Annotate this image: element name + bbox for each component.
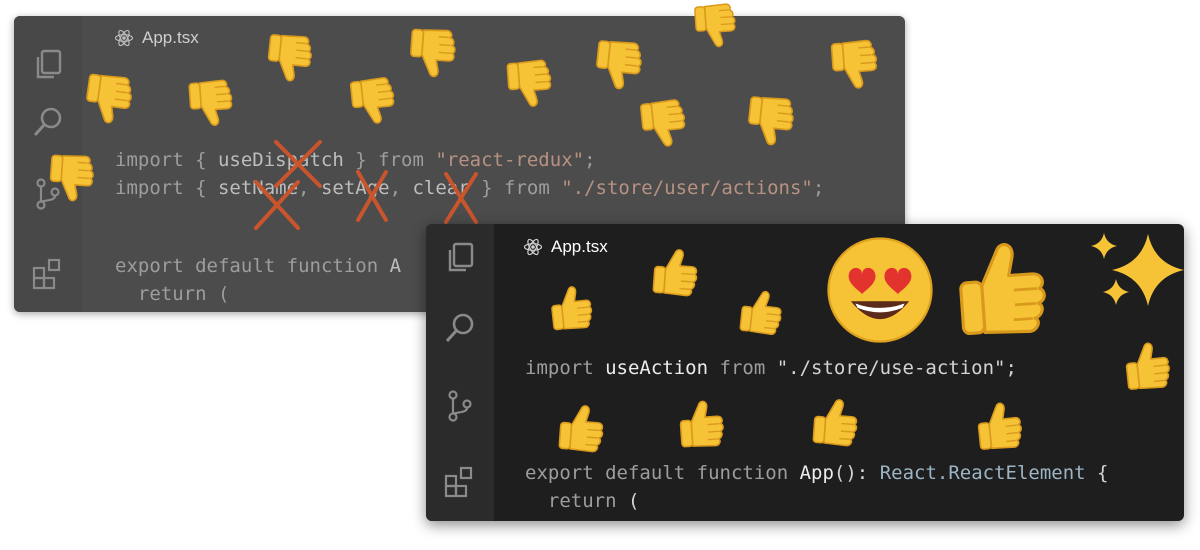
heart-eyes-icon [827, 237, 933, 343]
new-code-window: App.tsx import useAction from "./store/u… [426, 224, 1184, 521]
activity-bar [426, 224, 494, 521]
punct: { [1085, 462, 1109, 484]
thumbs-down-icon [506, 59, 554, 109]
code-line-1: import useAction from "./store/use-actio… [525, 354, 1017, 382]
punct: (): [833, 462, 880, 484]
keyword: export [525, 462, 594, 484]
files-icon[interactable] [442, 239, 478, 275]
thumbs-down-icon [188, 78, 235, 128]
thumbs-down-icon [83, 72, 135, 127]
tab-title: App.tsx [551, 237, 608, 256]
thumbs-down-icon [349, 76, 397, 127]
thumbs-down-icon [48, 153, 96, 203]
thumbs-down-icon [693, 2, 738, 49]
thumbs-up-icon [975, 400, 1024, 452]
thumbs-down-icon [830, 39, 879, 91]
thumbs-up-icon [1123, 340, 1172, 392]
sparkles-icon [1091, 233, 1184, 306]
keyword: import [525, 357, 594, 379]
source-control-icon[interactable] [442, 388, 478, 424]
type-annotation: React.ReactElement [879, 462, 1086, 484]
thumbs-down-icon [593, 38, 644, 92]
semicolon: ; [1005, 357, 1017, 379]
punct: ( [616, 490, 640, 512]
thumbs-up-icon [678, 399, 726, 449]
keyword: from [719, 357, 766, 379]
thumbs-down-icon [745, 94, 796, 148]
thumbs-down-icon [639, 98, 688, 150]
identifier: App [799, 462, 834, 484]
thumbs-up-icon [956, 240, 1049, 338]
thumbs-up-icon [549, 284, 594, 332]
identifier: useAction [605, 357, 709, 379]
keyword: return [547, 490, 617, 512]
keyword: function [696, 462, 789, 484]
thumbs-up-icon [652, 247, 700, 297]
editor-tab[interactable]: App.tsx [523, 237, 608, 257]
string-literal: "./store/use-action" [776, 357, 1006, 379]
keyword: default [605, 462, 686, 484]
thumbs-down-icon [408, 27, 457, 79]
thumbs-up-icon [739, 288, 784, 336]
react-icon [523, 238, 543, 256]
code-line-3: return ( [525, 487, 640, 515]
thumbs-down-icon [265, 32, 314, 84]
thumbs-up-icon [558, 403, 606, 453]
search-icon[interactable] [442, 310, 478, 346]
extensions-icon[interactable] [442, 464, 478, 500]
code-line-2: export default function App(): React.Rea… [525, 459, 1108, 487]
thumbs-up-icon [812, 397, 860, 447]
